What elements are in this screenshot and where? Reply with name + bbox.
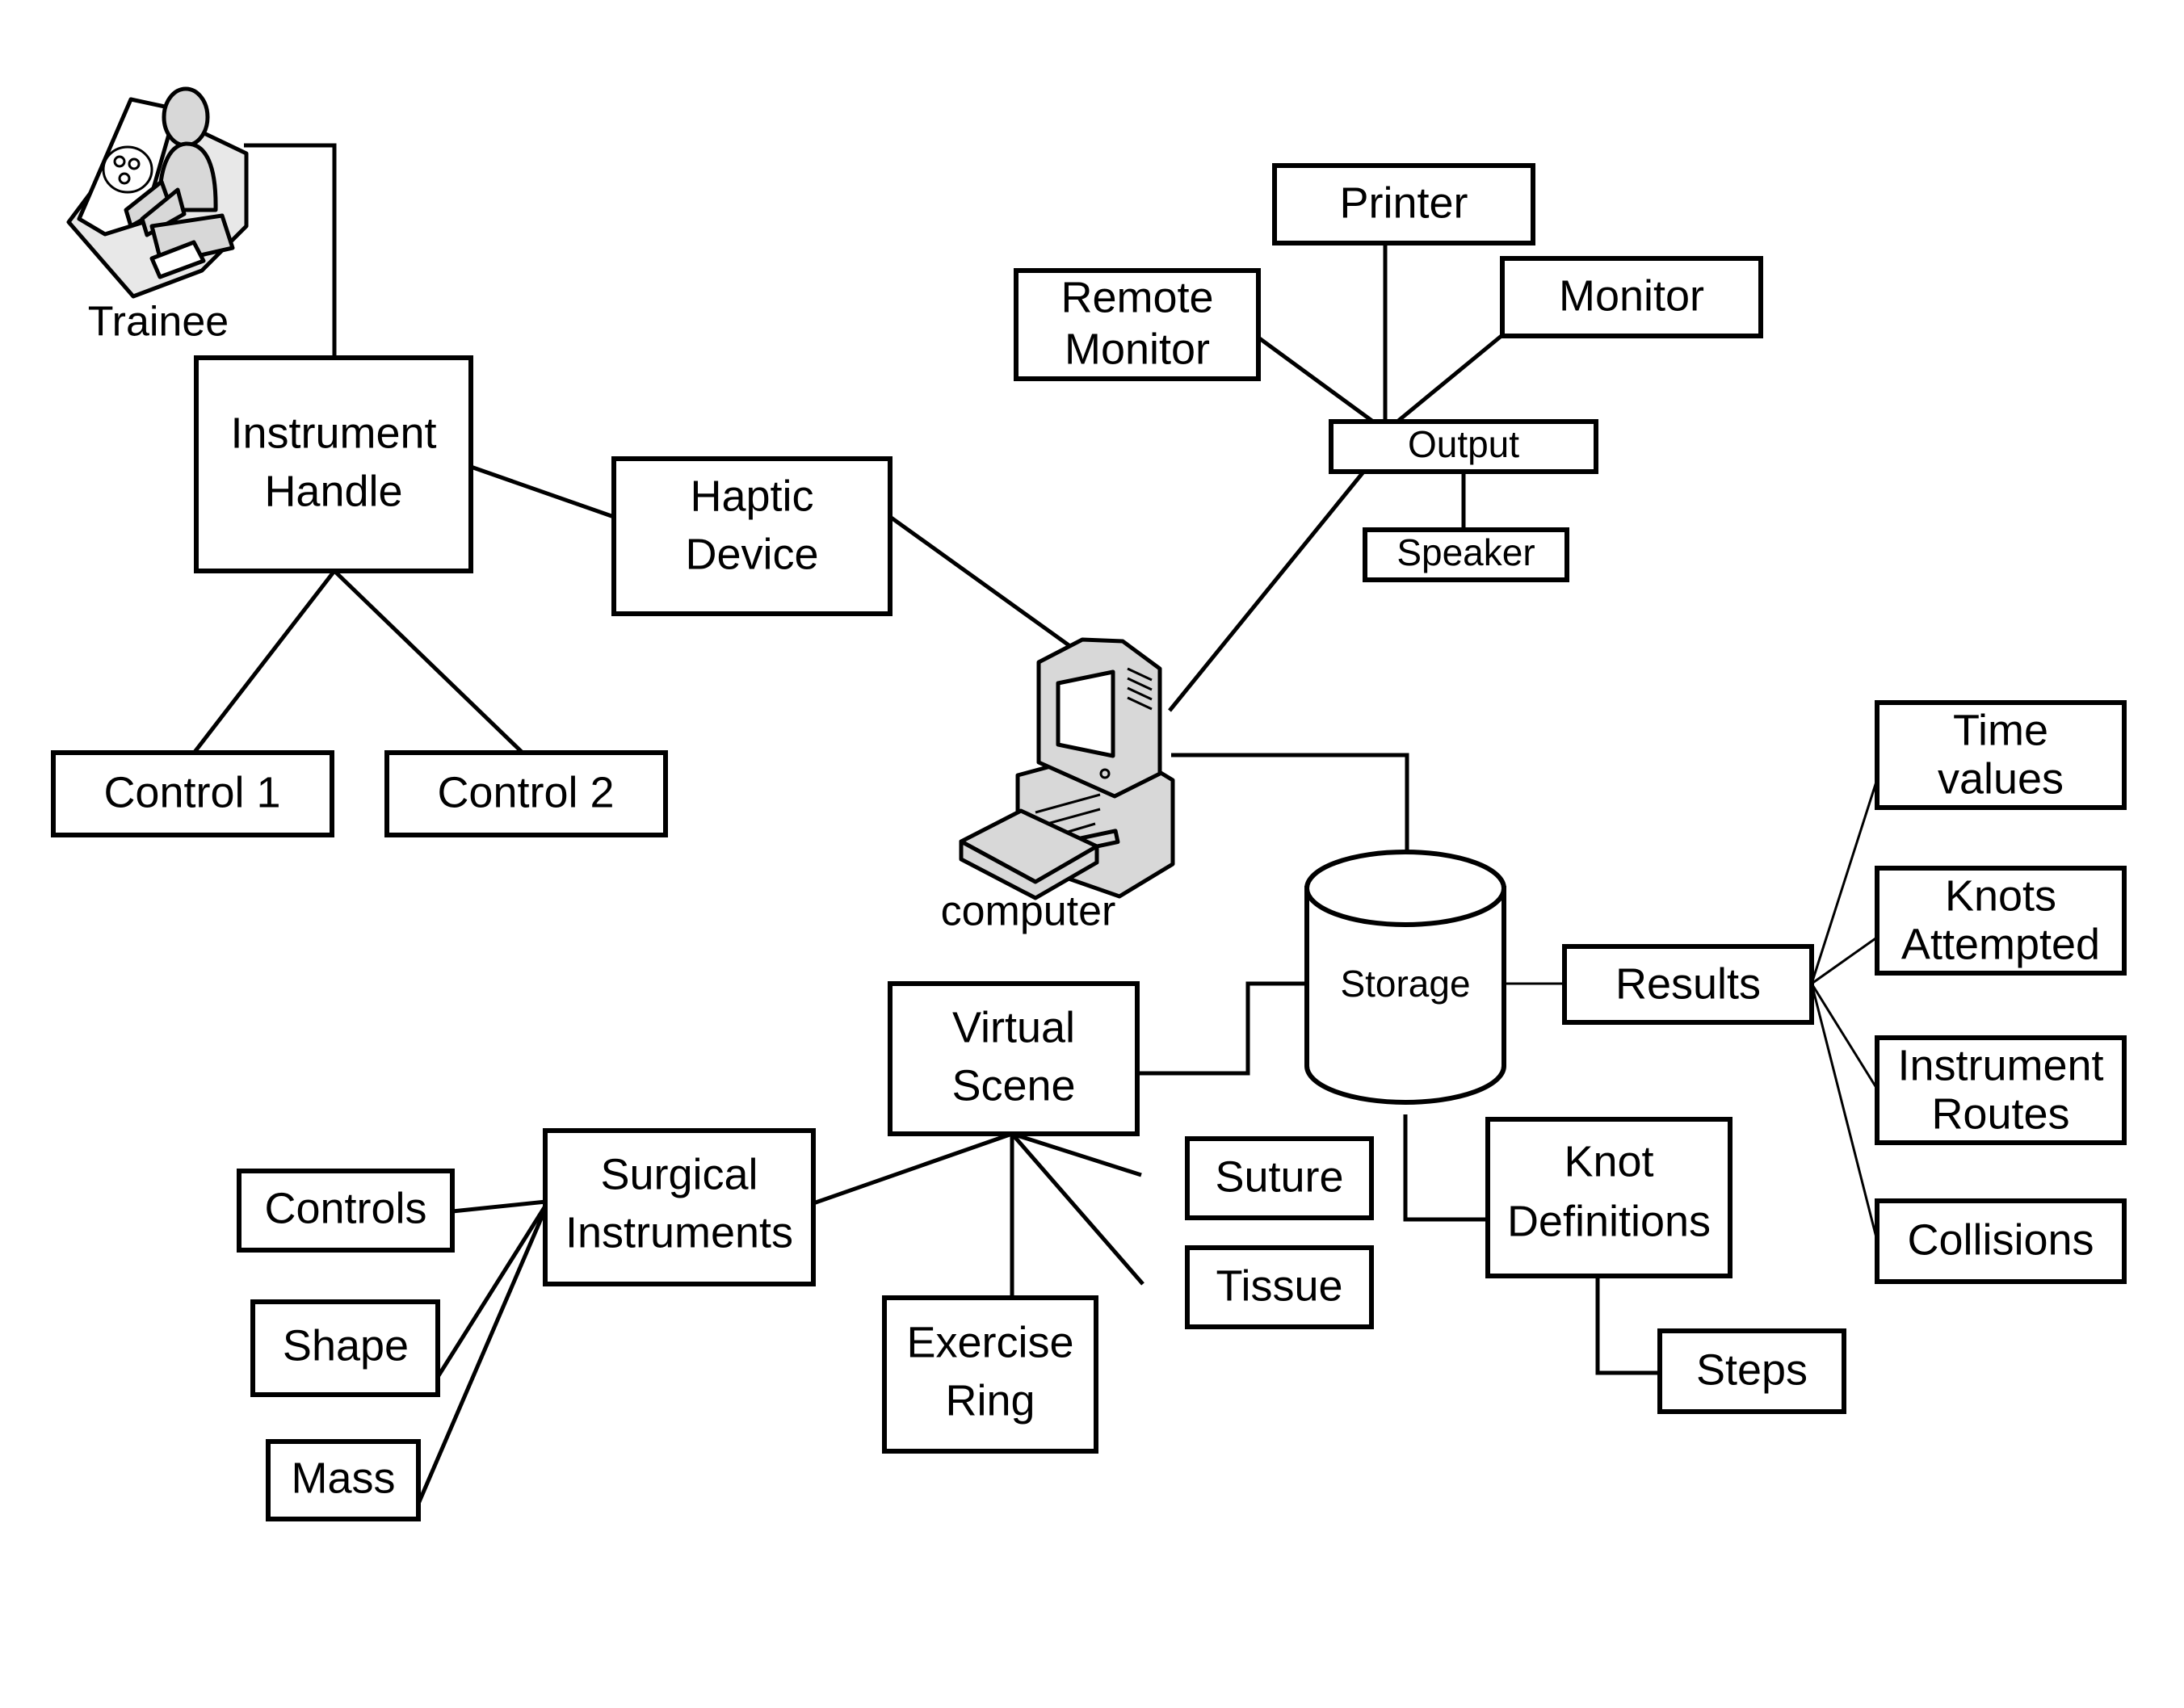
remote-monitor-label-line-2: Monitor	[1065, 325, 1210, 373]
node-control-2[interactable]: Control 2	[384, 750, 668, 837]
edge-results-collisions	[1810, 983, 1880, 1244]
instrument-handle-label-line-1: Instrument	[230, 409, 436, 457]
suture-label: Suture	[1215, 1152, 1343, 1201]
virtual-scene-label-line-2: Scene	[951, 1061, 1075, 1110]
edge-storage-knot-definitions	[1403, 1114, 1488, 1222]
instrument-handle-label-line-2: Handle	[264, 467, 402, 515]
edge-output-monitor	[1396, 334, 1504, 423]
database-cylinder-icon[interactable]: Storage	[1304, 850, 1506, 1105]
node-printer[interactable]: Printer	[1272, 163, 1535, 245]
node-haptic-device[interactable]: Haptic Device	[611, 456, 892, 616]
controls-label: Controls	[264, 1184, 426, 1232]
printer-label: Printer	[1339, 178, 1468, 227]
desktop-computer-icon	[959, 637, 1175, 900]
edge-results-knots-attempted	[1811, 935, 1879, 985]
node-surgical-instruments[interactable]: Surgical Instruments	[543, 1128, 816, 1286]
edge-computer-output	[1168, 468, 1367, 712]
trainee-at-workstation-icon	[66, 86, 249, 299]
node-suture[interactable]: Suture	[1185, 1136, 1374, 1220]
node-time-values[interactable]: Time values	[1875, 700, 2127, 810]
edge-instrument-handle-haptic-device	[470, 464, 615, 519]
control-2-label: Control 2	[437, 768, 614, 816]
instrument-routes-label-line-2: Routes	[1931, 1089, 2069, 1138]
tissue-label: Tissue	[1216, 1261, 1342, 1310]
collisions-label: Collisions	[1907, 1215, 2094, 1264]
node-speaker[interactable]: Speaker	[1363, 527, 1569, 582]
results-label: Results	[1615, 959, 1761, 1008]
node-exercise-ring[interactable]: Exercise Ring	[882, 1295, 1098, 1454]
mass-label: Mass	[291, 1454, 395, 1502]
computer-label: computer	[941, 888, 1116, 935]
time-values-label-line-1: Time	[1953, 706, 2048, 754]
node-instrument-handle[interactable]: Instrument Handle	[194, 355, 473, 573]
haptic-device-label-line-1: Haptic	[690, 472, 813, 520]
edge-instrument-handle-control-2	[333, 569, 527, 757]
remote-monitor-label-line-1: Remote	[1060, 273, 1213, 321]
node-virtual-scene[interactable]: Virtual Scene	[888, 981, 1140, 1136]
shape-label: Shape	[283, 1321, 409, 1370]
node-controls[interactable]: Controls	[237, 1169, 455, 1253]
node-collisions[interactable]: Collisions	[1875, 1198, 2127, 1284]
storage-label: Storage	[1340, 963, 1470, 1005]
edge-trainee-instrument-handle	[244, 143, 337, 358]
control-1-label: Control 1	[103, 768, 280, 816]
node-output[interactable]: Output	[1329, 419, 1598, 474]
node-steps[interactable]: Steps	[1657, 1328, 1846, 1414]
edge-knot-definitions-steps	[1595, 1276, 1660, 1375]
output-label: Output	[1408, 423, 1519, 465]
knots-attempted-label-line-1: Knots	[1945, 871, 2056, 920]
steps-label: Steps	[1696, 1345, 1808, 1394]
edge-instrument-handle-control-1	[191, 569, 336, 757]
node-mass[interactable]: Mass	[266, 1439, 421, 1521]
speaker-label: Speaker	[1396, 531, 1535, 573]
instrument-routes-label-line-1: Instrument	[1897, 1041, 2103, 1089]
knot-definitions-label-line-2: Definitions	[1507, 1197, 1711, 1245]
knot-definitions-label-line-1: Knot	[1564, 1137, 1653, 1186]
exercise-ring-label-line-2: Ring	[945, 1376, 1035, 1425]
trainee-label: Trainee	[88, 299, 229, 346]
edge-surgical-instruments-controls	[452, 1199, 547, 1214]
surgical-instruments-label-line-1: Surgical	[600, 1150, 758, 1198]
node-instrument-routes[interactable]: Instrument Routes	[1875, 1035, 2127, 1145]
edge-virtual-scene-surgical-instruments	[813, 1131, 1013, 1206]
monitor-label: Monitor	[1559, 271, 1704, 320]
node-knot-definitions[interactable]: Knot Definitions	[1485, 1117, 1732, 1278]
node-tissue[interactable]: Tissue	[1185, 1245, 1374, 1329]
node-knots-attempted[interactable]: Knots Attempted	[1875, 866, 2127, 976]
edge-virtual-scene-storage	[1136, 981, 1307, 1076]
system-architecture-diagram: Trainee computer Storage Instrument Hand…	[51, 86, 2127, 1521]
node-monitor[interactable]: Monitor	[1500, 256, 1763, 338]
edge-results-instrument-routes	[1810, 983, 1880, 1091]
edge-results-time-values	[1810, 776, 1880, 984]
haptic-device-label-line-2: Device	[685, 530, 818, 578]
edge-output-remote-monitor	[1257, 335, 1375, 424]
node-results[interactable]: Results	[1562, 944, 1814, 1025]
surgical-instruments-label-line-2: Instruments	[565, 1208, 793, 1257]
time-values-label-line-2: values	[1938, 754, 2064, 803]
node-remote-monitor[interactable]: Remote Monitor	[1014, 268, 1261, 381]
exercise-ring-label-line-1: Exercise	[906, 1318, 1073, 1366]
knots-attempted-label-line-2: Attempted	[1901, 920, 2100, 968]
diagram-canvas: Trainee computer Storage Instrument Hand…	[0, 0, 2184, 1708]
virtual-scene-label-line-1: Virtual	[952, 1003, 1075, 1051]
node-shape[interactable]: Shape	[250, 1299, 440, 1397]
node-control-1[interactable]: Control 1	[51, 750, 334, 837]
